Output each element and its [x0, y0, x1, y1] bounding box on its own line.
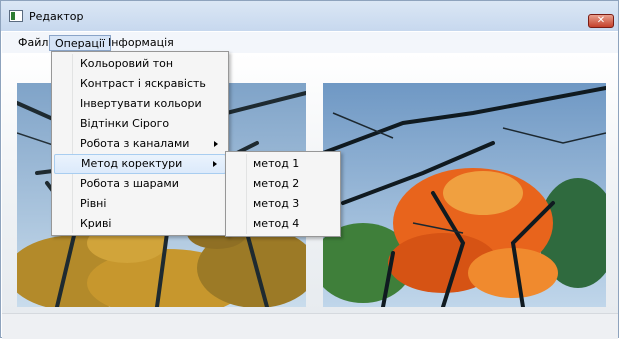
menu-item-correction-method-label: Метод коректури	[81, 157, 183, 170]
menu-item-levels[interactable]: Рівні	[54, 194, 226, 214]
menu-item-grayscale[interactable]: Відтінки Сірого	[54, 114, 226, 134]
editor-window: Редактор ✕ Файл Операції Інформація Коль…	[0, 0, 619, 339]
menu-item-curves[interactable]: Криві	[54, 214, 226, 234]
app-window-icon	[9, 10, 23, 22]
menu-operations[interactable]: Операції	[49, 35, 111, 51]
menu-item-contrast-brightness[interactable]: Контраст і яскравість	[54, 74, 226, 94]
menu-item-invert-colors[interactable]: Інвертувати кольори	[54, 94, 226, 114]
menu-item-correction-method[interactable]: Метод коректури	[54, 154, 226, 174]
menu-item-channels[interactable]: Робота з каналами	[54, 134, 226, 154]
chevron-right-icon	[214, 141, 218, 147]
menu-file[interactable]: Файл	[13, 35, 53, 51]
close-icon: ✕	[596, 15, 606, 26]
edited-image	[323, 83, 606, 307]
submenu-item-method-1[interactable]: метод 1	[228, 154, 338, 174]
close-button[interactable]: ✕	[588, 14, 614, 28]
chevron-right-icon	[213, 161, 217, 167]
menu-item-channels-label: Робота з каналами	[80, 137, 190, 150]
operations-dropdown: Кольоровий тон Контраст і яскравість Інв…	[51, 51, 229, 236]
status-bar	[2, 313, 618, 339]
title-bar[interactable]: Редактор ✕	[1, 1, 618, 31]
menu-item-layers[interactable]: Робота з шарами	[54, 174, 226, 194]
window-title: Редактор	[29, 10, 84, 23]
menu-information[interactable]: Інформація	[103, 35, 179, 51]
menu-bar: Файл Операції Інформація	[2, 32, 618, 53]
submenu-item-method-2[interactable]: метод 2	[228, 174, 338, 194]
submenu-item-method-3[interactable]: метод 3	[228, 194, 338, 214]
submenu-item-method-4[interactable]: метод 4	[228, 214, 338, 234]
correction-submenu: метод 1 метод 2 метод 3 метод 4	[225, 151, 341, 237]
menu-item-hue[interactable]: Кольоровий тон	[54, 54, 226, 74]
